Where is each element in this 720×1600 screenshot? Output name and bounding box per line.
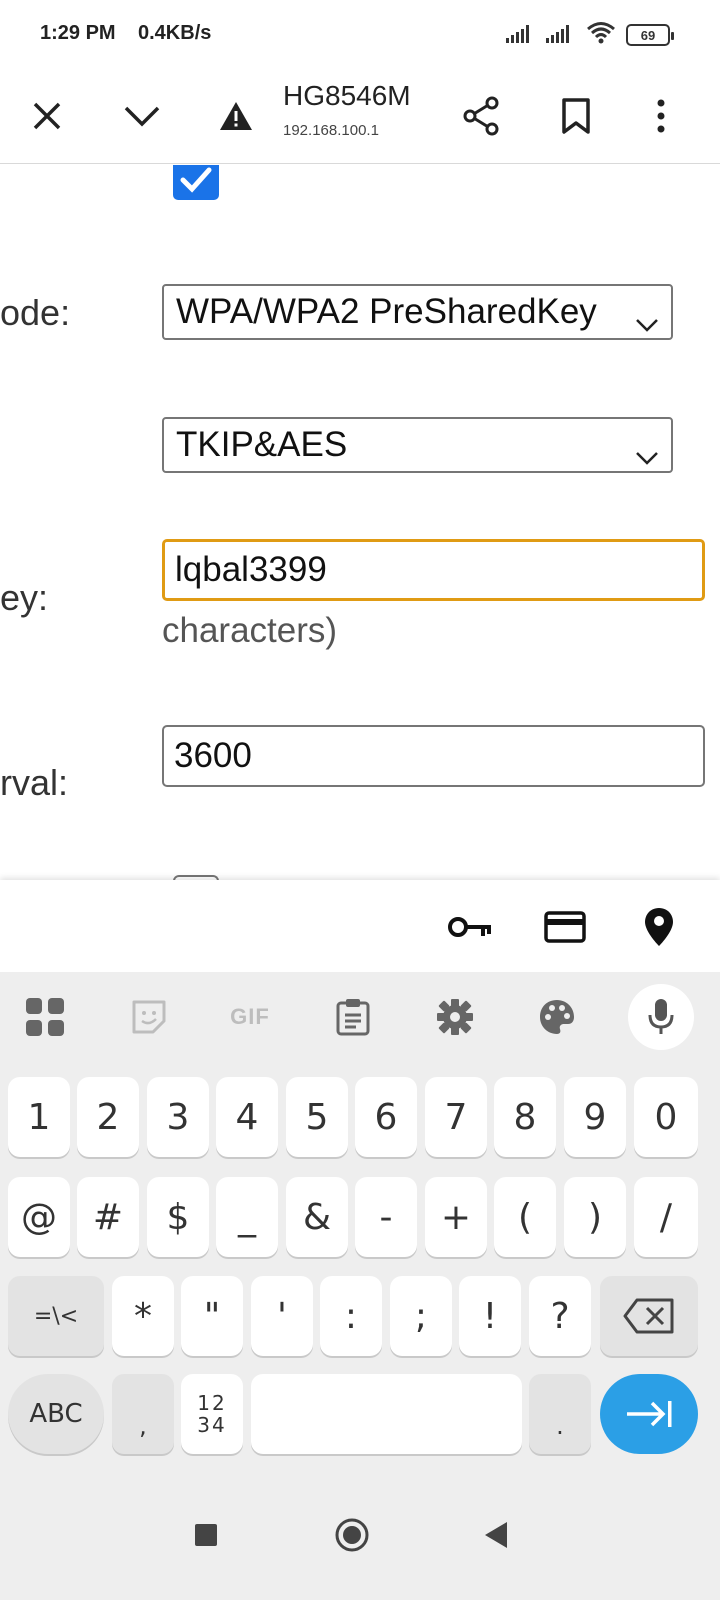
key-1[interactable]: 1 <box>8 1077 70 1157</box>
enable-checkbox[interactable] <box>173 165 219 200</box>
wifi-icon <box>586 21 616 50</box>
sticker-icon[interactable] <box>124 992 174 1042</box>
next-key[interactable] <box>600 1374 698 1454</box>
share-icon[interactable] <box>454 88 510 144</box>
signal-icon <box>506 23 536 48</box>
apps-grid-icon[interactable] <box>20 992 70 1042</box>
abc-key[interactable]: ABC <box>8 1374 104 1454</box>
key-underscore[interactable]: _ <box>216 1177 278 1257</box>
encryption-select[interactable]: TKIP&AES <box>162 417 673 473</box>
key-double-quote[interactable]: " <box>181 1276 243 1356</box>
more-vert-icon[interactable] <box>633 88 689 144</box>
num-toggle-bottom: 34 <box>197 1413 227 1437</box>
gif-icon[interactable]: GIF <box>225 992 275 1042</box>
key-9[interactable]: 9 <box>564 1077 626 1157</box>
key-period[interactable]: . <box>529 1374 591 1454</box>
key-8[interactable]: 8 <box>494 1077 556 1157</box>
back-icon[interactable] <box>466 1505 526 1565</box>
key-3[interactable]: 3 <box>147 1077 209 1157</box>
symbols-shift-key[interactable]: =\< <box>8 1276 104 1356</box>
key-5[interactable]: 5 <box>286 1077 348 1157</box>
interval-value: 3600 <box>174 736 252 775</box>
key-icon[interactable] <box>445 904 495 950</box>
status-icons: 69 <box>506 20 674 50</box>
key-label: ey: <box>0 577 49 618</box>
status-bar: 1:29 PM 0.4KB/s 69 <box>0 0 720 70</box>
security-mode-value: WPA/WPA2 PreSharedKey <box>176 292 597 331</box>
key-hint: characters) <box>162 611 338 650</box>
signal-icon <box>546 23 576 48</box>
credit-card-icon[interactable] <box>540 904 590 950</box>
web-form: ode: WPA/WPA2 PreSharedKey TKIP&AES ey: … <box>0 165 720 880</box>
bookmark-icon[interactable] <box>548 88 604 144</box>
autofill-bar <box>0 880 720 972</box>
keyboard: GIF 1 2 3 4 5 6 7 8 9 0 @ # $ _ & - + ( … <box>0 972 720 1475</box>
tab-next-icon <box>627 1401 672 1427</box>
settings-icon[interactable] <box>430 992 480 1042</box>
key-comma[interactable]: , <box>112 1374 174 1454</box>
number-pad-toggle[interactable]: 12 34 <box>181 1374 243 1454</box>
palette-icon[interactable] <box>532 992 582 1042</box>
status-time: 1:29 PM <box>40 22 116 44</box>
key-minus[interactable]: - <box>355 1177 417 1257</box>
warning-icon[interactable] <box>208 88 264 144</box>
interval-label: rval: <box>0 762 69 803</box>
security-mode-select[interactable]: WPA/WPA2 PreSharedKey <box>162 284 673 340</box>
preshared-key-input[interactable]: lqbal3399 <box>162 539 705 601</box>
system-nav-bar <box>0 1475 720 1600</box>
battery-icon: 69 <box>626 24 674 46</box>
encryption-value: TKIP&AES <box>176 425 348 464</box>
key-asterisk[interactable]: * <box>112 1276 174 1356</box>
space-key[interactable] <box>251 1374 522 1454</box>
security-mode-label: ode: <box>0 292 71 333</box>
backspace-key[interactable] <box>600 1276 698 1356</box>
close-icon[interactable] <box>19 88 75 144</box>
key-ampersand[interactable]: & <box>286 1177 348 1257</box>
key-open-paren[interactable]: ( <box>494 1177 556 1257</box>
key-2[interactable]: 2 <box>77 1077 139 1157</box>
key-single-quote[interactable]: ' <box>251 1276 313 1356</box>
key-hash[interactable]: # <box>77 1177 139 1257</box>
key-plus[interactable]: + <box>425 1177 487 1257</box>
key-question[interactable]: ? <box>529 1276 591 1356</box>
home-icon[interactable] <box>322 1505 382 1565</box>
mic-icon[interactable] <box>628 984 694 1050</box>
key-7[interactable]: 7 <box>425 1077 487 1157</box>
page-url: 192.168.100.1 <box>283 122 379 139</box>
chevron-down-icon <box>635 435 659 475</box>
key-dollar[interactable]: $ <box>147 1177 209 1257</box>
key-6[interactable]: 6 <box>355 1077 417 1157</box>
key-4[interactable]: 4 <box>216 1077 278 1157</box>
preshared-key-value: lqbal3399 <box>175 550 327 589</box>
page-title: HG8546M <box>283 80 411 111</box>
chevron-down-icon <box>635 302 659 342</box>
num-toggle-top: 12 <box>197 1391 227 1415</box>
key-slash[interactable]: / <box>634 1177 698 1257</box>
clipboard-icon[interactable] <box>328 992 378 1042</box>
location-pin-icon[interactable] <box>634 904 684 950</box>
interval-input[interactable]: 3600 <box>162 725 705 787</box>
chevron-down-icon[interactable] <box>114 88 170 144</box>
key-at[interactable]: @ <box>8 1177 70 1257</box>
key-colon[interactable]: : <box>320 1276 382 1356</box>
backspace-icon <box>623 1298 674 1334</box>
recents-icon[interactable] <box>176 1505 236 1565</box>
network-speed: 0.4KB/s <box>138 22 212 44</box>
key-semicolon[interactable]: ; <box>390 1276 452 1356</box>
key-exclamation[interactable]: ! <box>459 1276 521 1356</box>
key-0[interactable]: 0 <box>634 1077 698 1157</box>
browser-toolbar: HG8546M 192.168.100.1 <box>0 70 720 164</box>
key-close-paren[interactable]: ) <box>564 1177 626 1257</box>
